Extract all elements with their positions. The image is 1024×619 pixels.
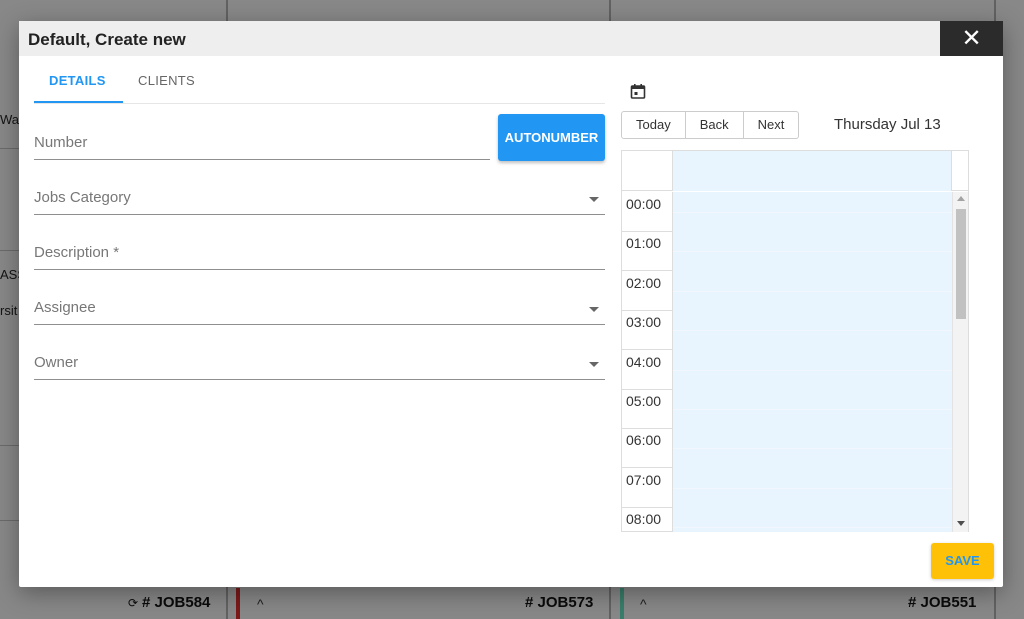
time-slot-row: 01:00	[622, 231, 952, 272]
day-calendar-grid: 00:00 01:00 02:00 03:00 04:00 05:00 06:00 07:00…	[621, 150, 969, 532]
assignee-label: Assignee	[34, 299, 96, 316]
back-button[interactable]: Back	[685, 111, 744, 139]
half-hour-divider	[673, 409, 952, 410]
time-slot-row: 00:00	[622, 192, 952, 232]
dialog-header: Default, Create new ✕	[19, 21, 1003, 56]
description-label: Description *	[34, 244, 120, 261]
time-slot-row: 08:00	[622, 507, 952, 532]
time-gutter-header	[622, 151, 673, 191]
time-slots: 00:00 01:00 02:00 03:00 04:00 05:00 06:00 07:00…	[622, 192, 952, 532]
time-slot-row: 04:00	[622, 349, 952, 390]
create-job-dialog: Default, Create new ✕ DETAILS CLIENTS Nu…	[19, 21, 1003, 587]
half-hour-divider	[673, 369, 952, 371]
number-field-label: Number	[34, 134, 88, 151]
calendar-scrollbar[interactable]	[952, 192, 968, 532]
half-hour-divider	[673, 448, 952, 450]
calendar-icon[interactable]	[630, 83, 646, 99]
time-label: 07:00	[622, 467, 673, 508]
dialog-tabs: DETAILS CLIENTS	[34, 65, 605, 104]
half-hour-divider	[673, 251, 952, 253]
assignee-select[interactable]: Assignee	[34, 295, 605, 325]
save-button[interactable]: SAVE	[931, 543, 994, 579]
today-button[interactable]: Today	[621, 111, 686, 139]
scroll-thumb[interactable]	[956, 209, 966, 319]
autonumber-button[interactable]: AUTONUMBER	[498, 114, 605, 161]
time-label: 08:00	[622, 507, 673, 532]
time-label: 04:00	[622, 349, 673, 390]
time-label: 05:00	[622, 389, 673, 429]
time-slot-row: 06:00	[622, 428, 952, 469]
time-slot[interactable]	[673, 507, 952, 532]
all-day-slot[interactable]	[673, 151, 952, 191]
time-slot-row: 03:00	[622, 310, 952, 351]
jobs-category-select[interactable]: Jobs Category	[34, 185, 605, 215]
dropdown-arrow-icon	[589, 362, 599, 367]
time-label: 01:00	[622, 231, 673, 272]
owner-label: Owner	[34, 354, 79, 371]
half-hour-divider	[673, 527, 952, 529]
dialog-title: Default, Create new	[28, 30, 186, 49]
close-button[interactable]: ✕	[940, 21, 1003, 56]
calendar-date-label: Thursday Jul 13	[834, 116, 941, 133]
next-button[interactable]: Next	[743, 111, 800, 139]
owner-select[interactable]: Owner	[34, 350, 605, 380]
half-hour-divider	[673, 330, 952, 332]
time-slot-row: 02:00	[622, 270, 952, 311]
tab-clients[interactable]: CLIENTS	[138, 73, 195, 88]
time-slot-row: 05:00	[622, 389, 952, 429]
half-hour-divider	[673, 487, 952, 489]
active-tab-indicator	[34, 101, 123, 103]
scroll-up-icon[interactable]	[957, 196, 965, 201]
time-label: 06:00	[622, 428, 673, 469]
time-label: 03:00	[622, 310, 673, 351]
time-label: 02:00	[622, 270, 673, 311]
dropdown-arrow-icon	[589, 197, 599, 202]
half-hour-divider	[673, 212, 952, 213]
scroll-down-icon[interactable]	[957, 521, 965, 526]
calendar-header	[622, 151, 968, 191]
half-hour-divider	[673, 290, 952, 292]
close-icon: ✕	[961, 25, 982, 52]
jobs-category-label: Jobs Category	[34, 189, 131, 206]
description-field[interactable]: Description *	[34, 240, 605, 270]
time-slot-row: 07:00	[622, 467, 952, 508]
tab-details[interactable]: DETAILS	[49, 73, 106, 88]
dropdown-arrow-icon	[589, 307, 599, 312]
number-field[interactable]: Number	[34, 130, 490, 160]
time-label: 00:00	[622, 192, 673, 232]
calendar-toolbar: Today Back Next	[621, 111, 800, 139]
